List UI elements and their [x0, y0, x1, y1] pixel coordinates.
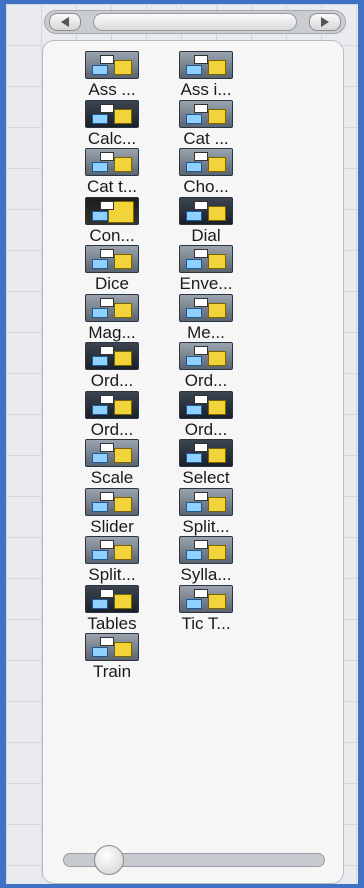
tool-label: Dice: [94, 274, 129, 293]
tool-label: Cat ...: [183, 128, 229, 148]
tool-item[interactable]: Mag...: [65, 293, 159, 343]
assign-image-icon: [179, 51, 233, 79]
tool-item[interactable]: Enve...: [159, 245, 253, 294]
envelope-icon: [179, 245, 233, 273]
tool-item[interactable]: Cho...: [159, 148, 253, 197]
tool-label: Sylla...: [180, 565, 232, 584]
slider-icon: [85, 487, 139, 516]
tool-item[interactable]: Train: [65, 633, 159, 682]
tool-label: Ass ...: [88, 80, 136, 99]
tool-item[interactable]: Tables: [65, 584, 159, 634]
tool-label: Tic T...: [181, 613, 231, 633]
tool-label: Enve...: [179, 274, 233, 293]
train-icon: [85, 633, 139, 661]
tool-label: Train: [92, 662, 132, 681]
categorize-icon: [179, 99, 233, 128]
tool-label: Cho...: [183, 177, 229, 196]
assign-icon: [85, 51, 139, 79]
tool-item[interactable]: Slider: [65, 487, 159, 537]
tool-item[interactable]: Dial: [159, 196, 253, 246]
scrollbar-thumb[interactable]: [93, 13, 297, 31]
tool-label: Dial: [191, 225, 221, 245]
tool-label: Ord...: [184, 419, 228, 439]
tool-label: Slider: [90, 516, 134, 536]
tool-label: Cat t...: [86, 177, 138, 196]
zoom-slider[interactable]: [63, 845, 325, 875]
tool-label: Ass i...: [180, 80, 232, 99]
tool-item[interactable]: Ass i...: [159, 51, 253, 100]
tool-item[interactable]: Ord...: [159, 342, 253, 391]
magnet-icon: [85, 293, 139, 322]
scale-icon: [85, 439, 139, 467]
categorize-text-icon: [85, 148, 139, 176]
arrow-right-icon: [321, 17, 329, 27]
tool-item[interactable]: Dice: [65, 245, 159, 294]
tool-item[interactable]: Ord...: [65, 390, 159, 440]
tool-item[interactable]: Cat ...: [159, 99, 253, 149]
dice-icon: [85, 245, 139, 273]
tool-label: Ord...: [184, 371, 228, 390]
zoom-slider-knob[interactable]: [94, 845, 124, 875]
scroll-right-button[interactable]: [309, 13, 341, 31]
tool-item[interactable]: Ass ...: [65, 51, 159, 100]
split-text-icon: [85, 536, 139, 564]
tool-item[interactable]: Select: [159, 439, 253, 488]
tool-label: Me...: [187, 322, 225, 342]
arrow-left-icon: [61, 17, 69, 27]
split-icon: [179, 487, 233, 516]
tool-label: Mag...: [88, 322, 136, 342]
tool-item[interactable]: Split...: [65, 536, 159, 585]
order-letters-icon: [85, 342, 139, 370]
tool-item[interactable]: Calc...: [65, 99, 159, 149]
tool-item[interactable]: Sylla...: [159, 536, 253, 585]
tool-label: Calc...: [87, 128, 137, 148]
order-images-icon: [179, 342, 233, 370]
tool-item[interactable]: Cat t...: [65, 148, 159, 197]
tool-label: Con...: [89, 225, 135, 245]
tool-item[interactable]: Ord...: [65, 342, 159, 391]
tool-label: Tables: [87, 613, 137, 633]
order-dashes-icon: [179, 390, 233, 419]
tool-label: Split...: [182, 516, 230, 536]
syllable-icon: [179, 536, 233, 564]
tool-label: Ord...: [90, 371, 134, 390]
choice-list-icon: [179, 148, 233, 176]
tool-label: Split...: [88, 565, 136, 584]
tool-label: Ord...: [90, 419, 134, 439]
tool-item[interactable]: Con...: [65, 196, 159, 246]
tool-item[interactable]: Me...: [159, 293, 253, 343]
tool-item[interactable]: Ord...: [159, 390, 253, 440]
tool-grid: Ass ... Ass i... Calc... Cat ... Cat t... Cho…: [65, 51, 253, 682]
calculator-icon: [85, 99, 139, 128]
select-icon: [179, 439, 233, 467]
tic-tac-toe-icon: [179, 584, 233, 613]
order-lines-icon: [85, 390, 139, 419]
tool-item[interactable]: Split...: [159, 487, 253, 537]
tool-item[interactable]: Scale: [65, 439, 159, 488]
container-icon: [85, 196, 139, 225]
dial-icon: [179, 196, 233, 225]
scroll-left-button[interactable]: [49, 13, 81, 31]
horizontal-scrollbar[interactable]: [44, 10, 346, 34]
tables-icon: [85, 584, 139, 613]
tool-label: Scale: [90, 468, 134, 487]
palette-window: Ass ... Ass i... Calc... Cat ... Cat t... Cho…: [6, 4, 358, 884]
tool-item[interactable]: Tic T...: [159, 584, 253, 634]
tool-palette: Ass ... Ass i... Calc... Cat ... Cat t... Cho…: [42, 40, 344, 884]
tool-label: Select: [182, 468, 230, 487]
memory-icon: [179, 293, 233, 322]
